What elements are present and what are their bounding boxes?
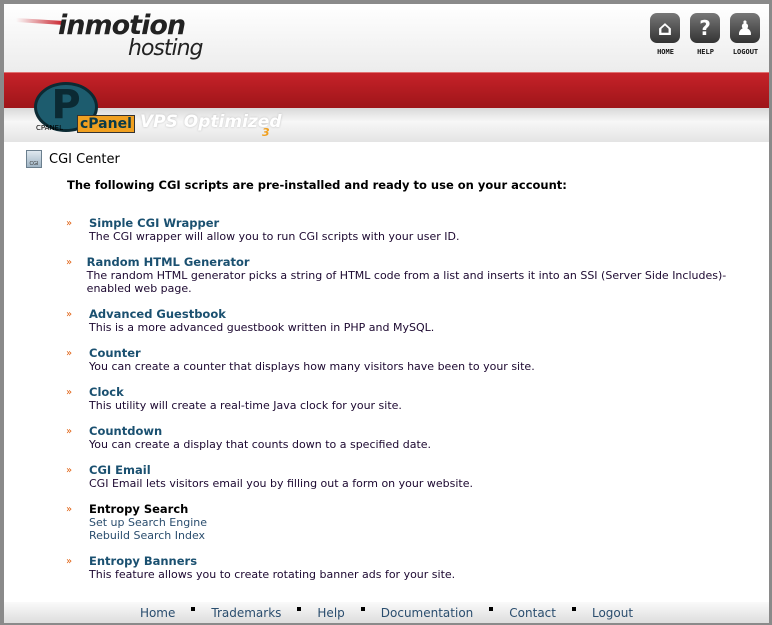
separator <box>489 606 494 611</box>
item-desc: This utility will create a real-time Jav… <box>89 399 402 412</box>
page-title-text: CGI Center <box>49 151 120 167</box>
intro-text: The following CGI scripts are pre-instal… <box>67 178 567 192</box>
list-item: » CGI Email CGI Email lets visitors email … <box>66 464 756 491</box>
arrow-icon: » <box>66 218 72 229</box>
arrow-icon: » <box>66 504 72 515</box>
arrow-icon: » <box>66 387 72 398</box>
rebuild-search-index-link[interactable]: Rebuild Search Index <box>89 529 207 542</box>
arrow-icon: » <box>66 426 72 437</box>
list-item: » Advanced Guestbook This is a more advanc… <box>66 308 756 335</box>
item-desc: The random HTML generator picks a string… <box>86 269 727 295</box>
item-link[interactable]: Advanced Guestbook <box>89 308 434 321</box>
page-title: CGI CGI Center <box>26 150 120 168</box>
setup-search-engine-link[interactable]: Set up Search Engine <box>89 516 207 529</box>
item-link[interactable]: CGI Email <box>89 464 473 477</box>
item-desc: CGI Email lets visitors email you by fil… <box>89 477 473 490</box>
list-item: » Entropy Banners This feature allows you … <box>66 555 756 582</box>
item-link[interactable]: Counter <box>89 347 535 360</box>
footer-contact-link[interactable]: Contact <box>509 606 556 620</box>
version-label: 3 <box>262 126 270 139</box>
user-icon: ♟ <box>730 13 760 43</box>
list-item: » Counter You can create a counter that di… <box>66 347 756 374</box>
home-icon: ⌂ <box>650 13 680 43</box>
nav-help-label: HELP <box>697 48 714 56</box>
cgi-script-list: » Simple CGI Wrapper The CGI wrapper will … <box>66 217 756 594</box>
item-desc: The CGI wrapper will allow you to run CG… <box>89 230 460 243</box>
nav-home-label: HOME <box>657 48 674 56</box>
item-link[interactable]: Clock <box>89 386 402 399</box>
help-icon: ? <box>690 13 720 43</box>
item-desc: This feature allows you to create rotati… <box>89 568 456 581</box>
cpanel-small-label: CPANEL <box>36 124 64 132</box>
footer-help-link[interactable]: Help <box>317 606 344 620</box>
nav-logout-button[interactable]: ♟ LOGOUT <box>730 13 761 56</box>
header: inmotion hosting ⌂ HOME ? HELP ♟ LOGOUT <box>4 4 769 72</box>
item-link[interactable]: Countdown <box>89 425 431 438</box>
logo-swoosh <box>16 18 64 25</box>
item-desc: This is a more advanced guestbook writte… <box>89 321 435 334</box>
arrow-icon: » <box>66 556 72 567</box>
item-heading: Entropy Search <box>89 502 189 516</box>
footer-nav: Home Trademarks Help Documentation Conta… <box>4 602 769 623</box>
nav-help-button[interactable]: ? HELP <box>690 13 721 56</box>
footer-home-link[interactable]: Home <box>140 606 175 620</box>
separator <box>360 606 365 611</box>
arrow-icon: » <box>66 309 72 320</box>
nav-logout-label: LOGOUT <box>732 48 759 56</box>
list-item: » Entropy Search Set up Search Engine Rebui… <box>66 502 756 543</box>
arrow-icon: » <box>66 257 72 268</box>
edition-label: VPS Optimized <box>140 112 282 132</box>
item-link[interactable]: Random HTML Generator <box>87 256 756 269</box>
cpanel-logo-text: cPanel <box>77 115 135 133</box>
separator <box>191 606 196 611</box>
logo-hosting[interactable]: hosting <box>128 36 204 61</box>
footer-documentation-link[interactable]: Documentation <box>381 606 474 620</box>
footer-trademarks-link[interactable]: Trademarks <box>211 606 281 620</box>
separator <box>571 606 576 611</box>
list-item: » Random HTML Generator The random HTML ge… <box>66 256 756 296</box>
arrow-icon: » <box>66 465 72 476</box>
item-link[interactable]: Entropy Banners <box>89 555 455 568</box>
list-item: » Clock This utility will create a real-ti… <box>66 386 756 413</box>
red-banner <box>4 72 769 108</box>
item-link[interactable]: Simple CGI Wrapper <box>89 217 459 230</box>
separator <box>297 606 302 611</box>
nav-home-button[interactable]: ⌂ HOME <box>650 13 681 56</box>
item-desc: You can create a display that counts dow… <box>89 438 432 451</box>
list-item: » Countdown You can create a display that … <box>66 425 756 452</box>
arrow-icon: » <box>66 348 72 359</box>
cgi-page-icon: CGI <box>26 150 42 168</box>
item-desc: You can create a counter that displays h… <box>89 360 535 373</box>
list-item: » Simple CGI Wrapper The CGI wrapper will … <box>66 217 756 244</box>
footer-logout-link[interactable]: Logout <box>592 606 633 620</box>
top-nav: ⌂ HOME ? HELP ♟ LOGOUT <box>650 13 761 56</box>
